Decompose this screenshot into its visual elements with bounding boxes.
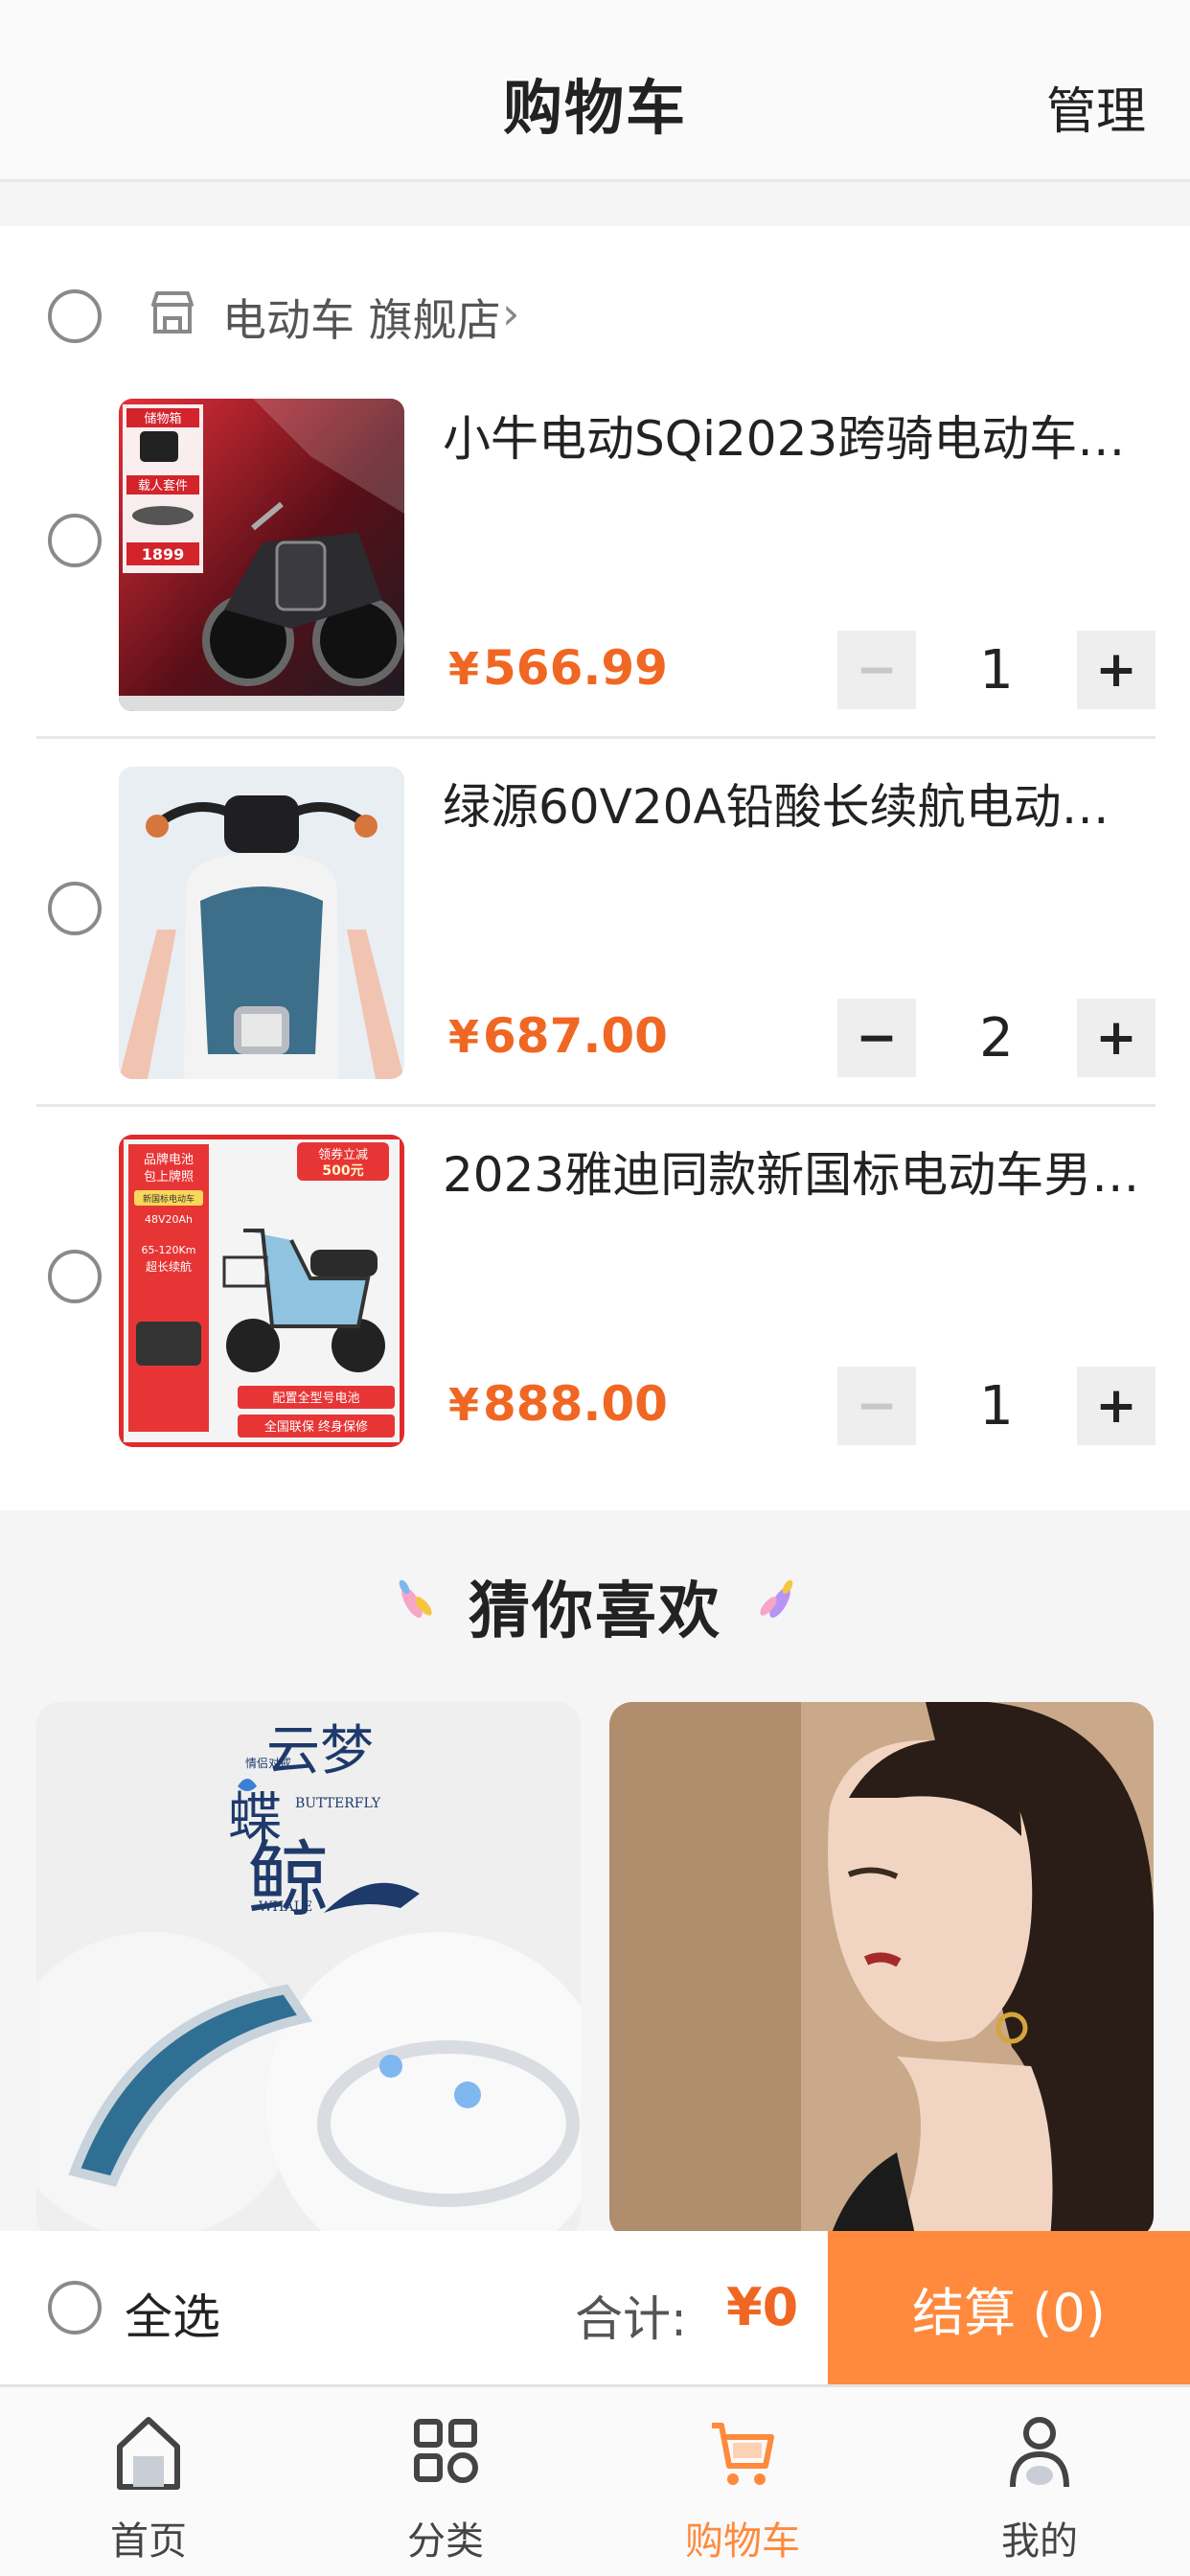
store-icon [151,291,194,334]
home-icon [117,2417,180,2490]
price-value: 888.00 [483,1376,668,1432]
thumb-tag-text: 载人套件 [138,478,188,494]
quantity-stepper: − 2 + [837,999,1156,1077]
currency-symbol: ¥ [448,643,480,695]
cart-card: 电动车 旗舰店 › 储物箱 载人套件 1899 小牛电动SQi2023跨骑电动车… [0,226,1190,1510]
thumb-tag-text: 领券立减 [318,1147,368,1162]
page-title: 购物车 [502,73,687,143]
card-text: WHALE [259,1899,312,1915]
increase-button[interactable]: + [1077,1367,1156,1445]
decrease-button[interactable]: − [837,1367,916,1445]
divider [36,1104,1156,1107]
tab-profile[interactable]: 我的 [891,2387,1188,2576]
tab-home[interactable]: 首页 [0,2387,297,2576]
product-thumbnail[interactable]: 品牌电池 包上牌照 新国标电动车 48V20Ah 65-120Km 超长续航 领… [119,1135,404,1447]
recommend-card[interactable] [609,1702,1154,2239]
chevron-right-icon[interactable]: › [502,288,519,339]
product-thumbnail[interactable]: 储物箱 载人套件 1899 [119,399,404,711]
total-value: ¥0 [726,2277,799,2337]
manage-button[interactable]: 管理 [1046,71,1146,143]
thumb-tag-text: 品牌电池 [144,1152,194,1167]
total-label: 合计: [575,2291,687,2347]
checkout-button[interactable]: 结算 (0) [828,2231,1190,2384]
cart-item: 储物箱 载人套件 1899 小牛电动SQi2023跨骑电动车智… ¥566.99 [0,389,1190,757]
tab-label: 购物车 [685,2519,800,2564]
divider [36,736,1156,739]
store-name[interactable]: 电动车 旗舰店 [222,286,501,349]
select-all-radio[interactable] [48,2281,102,2334]
profile-icon [1010,2417,1069,2488]
thumb-tag-text: 48V20Ah [145,1213,193,1226]
thumb-tag-text: 超长续航 [146,1259,192,1274]
thumb-tag-text: 新国标电动车 [143,1193,195,1205]
thumb-tag-text: 储物箱 [144,411,181,426]
card-text: BUTTERFLY [295,1796,381,1811]
card-text: 情侣对戒 [245,1756,291,1770]
thumb-tag-text: 全国联保 终身保修 [264,1419,368,1435]
quantity-stepper: − 1 + [837,1367,1156,1445]
cart-icon [712,2423,774,2485]
cart-item: 品牌电池 包上牌照 新国标电动车 48V20Ah 65-120Km 超长续航 领… [0,1125,1190,1493]
quantity-value[interactable]: 2 [916,999,1077,1077]
item-select-radio[interactable] [48,882,102,935]
quantity-value[interactable]: 1 [916,1367,1077,1445]
decrease-button[interactable]: − [837,631,916,709]
quantity-value[interactable]: 1 [916,631,1077,709]
tab-bar: 首页 分类 购物车 我的 [0,2384,1190,2576]
currency-symbol: ¥ [448,1011,480,1063]
product-name[interactable]: 绿源60V20A铅酸长续航电动摩… [443,769,1152,838]
thumb-tag-text: 65-120Km [142,1244,196,1256]
product-name[interactable]: 2023雅迪同款新国标电动车男… [443,1137,1152,1206]
category-icon [414,2419,478,2483]
cart-item: 绿源60V20A铅酸长续航电动摩… ¥687.00 − 2 + [0,757,1190,1125]
store-row: 电动车 旗舰店 › [0,226,1190,389]
thumb-tag-text: 500元 [322,1163,363,1179]
product-thumbnail[interactable] [119,767,404,1079]
decrease-button[interactable]: − [837,999,916,1077]
sparkle-icon [760,1579,793,1618]
thumb-tag-text: 包上牌照 [144,1169,194,1184]
settle-bar: 全选 合计: ¥0 结算 (0) [0,2231,1190,2384]
product-price: ¥566.99 [448,640,668,696]
quantity-stepper: − 1 + [837,631,1156,709]
select-all-label[interactable]: 全选 [125,2279,220,2348]
recommend-title: 猜你喜欢 [469,1576,721,1647]
increase-button[interactable]: + [1077,631,1156,709]
recommend-card[interactable]: 云梦 蝶 鲸 BUTTERFLY WHALE 情侣对戒 [36,1702,581,2239]
price-value: 566.99 [483,640,668,696]
price-value: 687.00 [483,1008,668,1064]
item-select-radio[interactable] [48,1250,102,1303]
cart-page: 购物车 管理 电动车 旗舰店 › 储物箱 载人套件 1899 小牛电动SQi20… [0,0,1190,2576]
currency-symbol: ¥ [448,1379,480,1431]
tab-label: 我的 [1001,2519,1078,2564]
product-name[interactable]: 小牛电动SQi2023跨骑电动车智… [443,401,1152,470]
increase-button[interactable]: + [1077,999,1156,1077]
item-select-radio[interactable] [48,514,102,567]
tab-cart[interactable]: 购物车 [594,2387,891,2576]
tab-label: 首页 [110,2519,187,2564]
product-price: ¥687.00 [448,1008,668,1064]
thumb-tag-text: 1899 [142,545,185,564]
thumb-tag-text: 配置全型号电池 [272,1391,359,1406]
tab-label: 分类 [407,2519,484,2564]
header: 购物车 管理 [0,0,1190,182]
card-text: 云梦 [266,1720,374,1782]
tab-category[interactable]: 分类 [297,2387,594,2576]
product-price: ¥888.00 [448,1376,668,1432]
store-select-radio[interactable] [48,289,102,343]
